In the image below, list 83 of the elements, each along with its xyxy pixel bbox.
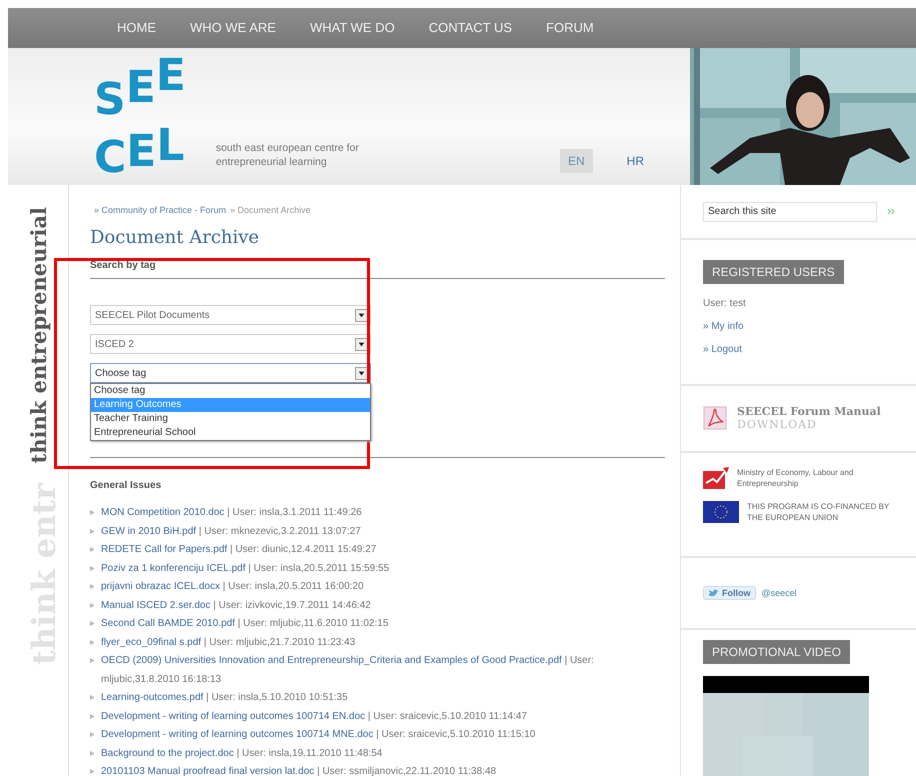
- bullet-icon: [90, 714, 94, 718]
- document-link[interactable]: REDETE Call for Papers.pdf: [101, 544, 228, 555]
- document-entry: Poziv za 1 konferenciju ICEL.pdf | User: insla,20.5.2011 15:59:55: [101, 562, 390, 576]
- document-link[interactable]: OECD (2009) Universities Innovation and Entrepreneurship_Criteria and Examples of Good Practice.pdf: [101, 655, 562, 666]
- search-field[interactable]: Search this site: [703, 202, 877, 222]
- bullet-icon: [90, 769, 94, 774]
- document-entry: MON Competition 2010.doc | User: insla,3.1.2011 11:49:26: [101, 506, 362, 520]
- nav-link[interactable]: CONTACT US: [412, 8, 530, 48]
- caret-icon: [355, 338, 368, 350]
- dropdown-option[interactable]: Learning Outcomes: [91, 398, 370, 412]
- bullet-icon: [90, 658, 94, 663]
- section-header: PROMOTIONAL VIDEO: [703, 640, 850, 664]
- bullet-icon: [90, 602, 94, 608]
- bullet-icon: [90, 528, 94, 534]
- document-link[interactable]: GEW in 2010 BiH.pdf: [101, 526, 196, 536]
- document-entry: Development - writing of learning outcomes 100714 MNE.doc | User: sraicevic,5.10.2010 11:15:10: [101, 728, 536, 742]
- pdf-icon: [703, 406, 727, 430]
- sidebar-link[interactable]: » My info: [703, 321, 744, 332]
- document-entry: GEW in 2010 BiH.pdf | User: mknezevic,3.2.2011 13:07:27: [101, 524, 361, 538]
- dropdown[interactable]: ISCED 2: [90, 334, 371, 354]
- search-icon: [887, 208, 896, 216]
- bullet-icon: [90, 732, 94, 737]
- bullet-icon: [90, 547, 94, 552]
- document-link[interactable]: MON Competition 2010.doc: [101, 507, 224, 518]
- dropdown-option[interactable]: Entrepreneurial School: [91, 426, 370, 440]
- document-entry: Manual ISCED 2.ser.doc | User: izivkovic,19.7.2011 14:46:42: [101, 598, 371, 612]
- tagline: south east european centre for entrepreneurial learning: [216, 141, 360, 170]
- document-link[interactable]: flyer_eco_09final s.pdf: [101, 636, 202, 648]
- dropdown[interactable]: Choose tag: [90, 363, 371, 383]
- partner-text: Ministry of Economy, Labour and Entrepreneurship: [737, 466, 854, 489]
- bird-icon: [708, 588, 719, 598]
- document-entry: Development - writing of learning outcomes 100714 EN.doc | User: sraicevic,5.10.2010 11:14:47: [101, 710, 527, 724]
- logo[interactable]: CEL: [94, 124, 186, 180]
- bullet-icon: [90, 584, 94, 589]
- document-entry: Second Call BAMDE 2010.pdf | User: mljubic,11.6.2010 11:02:15: [101, 617, 388, 631]
- document-entry: Learning-outcomes.pdf | User: insla,5.10.2010 10:51:35: [101, 691, 348, 705]
- slogan: think entrepreneurial: [26, 207, 50, 464]
- document-entry: 20101103 Manual proofread final version lat.doc | User: ssmiljanovic,22.11.2010 11:38:48: [101, 765, 496, 776]
- follow-button[interactable]: Follow: [703, 586, 756, 600]
- breadcrumb-link[interactable]: » Community of Practice - Forum: [94, 205, 226, 215]
- sidebar-link[interactable]: » Logout: [703, 344, 742, 356]
- breadcrumb-link[interactable]: » Document Archive: [230, 205, 311, 215]
- document-link[interactable]: Development - writing of learning outcomes 100714 EN.doc: [101, 710, 366, 722]
- twitter-handle[interactable]: @seecel: [762, 588, 797, 598]
- document-link[interactable]: Second Call BAMDE 2010.pdf: [101, 618, 235, 629]
- document-link[interactable]: Manual ISCED 2.ser.doc: [101, 600, 210, 610]
- bullet-icon: [90, 621, 94, 626]
- document-link[interactable]: Background to the project.doc: [101, 748, 234, 758]
- nav-link[interactable]: WHO WE ARE: [173, 8, 293, 48]
- page-title: Document Archive: [90, 227, 260, 248]
- nav-link[interactable]: FORUM: [529, 8, 611, 48]
- bullet-icon: [90, 750, 94, 756]
- dropdown-option[interactable]: Teacher Training: [91, 412, 370, 426]
- logo[interactable]: SEE: [94, 54, 186, 122]
- nav-link[interactable]: HOME: [100, 8, 173, 48]
- document-link[interactable]: Learning-outcomes.pdf: [101, 692, 204, 703]
- user-label: User: test: [703, 298, 746, 310]
- bullet-icon: [90, 510, 94, 515]
- document-link[interactable]: Development - writing of learning outcomes 100714 MNE.doc: [101, 729, 374, 740]
- document-entry: flyer_eco_09final s.pdf | User: mljubic,21.7.2010 11:23:43: [101, 636, 356, 650]
- document-entry: prijavni obrazac ICEL.docx | User: insla,20.5.2011 16:00:20: [101, 580, 364, 594]
- language-link[interactable]: HR: [618, 149, 652, 173]
- section-header: REGISTERED USERS: [703, 260, 844, 284]
- document-entry: REDETE Call for Papers.pdf | User: diunic,12.4.2011 15:49:27: [101, 543, 376, 557]
- caret-icon: [355, 308, 368, 322]
- section-heading: General Issues: [90, 480, 162, 493]
- bullet-icon: [90, 695, 94, 700]
- manual-link[interactable]: SEECEL Forum Manual: [737, 405, 881, 418]
- document-link[interactable]: Poziv za 1 konferenciju ICEL.pdf: [101, 562, 246, 574]
- chart-logo-icon: [703, 466, 729, 489]
- bullet-icon: [90, 640, 94, 644]
- caret-icon: [355, 366, 368, 380]
- document-entry: Background to the project.doc | User: insla,19.11.2010 11:48:54: [101, 746, 382, 760]
- document-link[interactable]: prijavni obrazac ICEL.docx: [101, 581, 220, 592]
- document-entry: OECD (2009) Universities Innovation and Entrepreneurship_Criteria and Examples of Good Practice.pdf | User: mljubic,31.8.2010 16:18:13: [101, 654, 595, 686]
- bullet-icon: [90, 566, 94, 570]
- nav-link[interactable]: WHAT WE DO: [292, 8, 412, 48]
- section-heading: Search by tag: [90, 260, 665, 279]
- dropdown-option[interactable]: Choose tag: [91, 384, 370, 398]
- dropdown[interactable]: SEECEL Pilot Documents: [90, 305, 371, 325]
- document-link[interactable]: 20101103 Manual proofread final version lat.doc: [101, 766, 314, 776]
- partner-text: THIS PROGRAM IS CO-FINANCED BY THE EUROPEAN UNION: [747, 500, 890, 523]
- flag-icon: [703, 500, 739, 523]
